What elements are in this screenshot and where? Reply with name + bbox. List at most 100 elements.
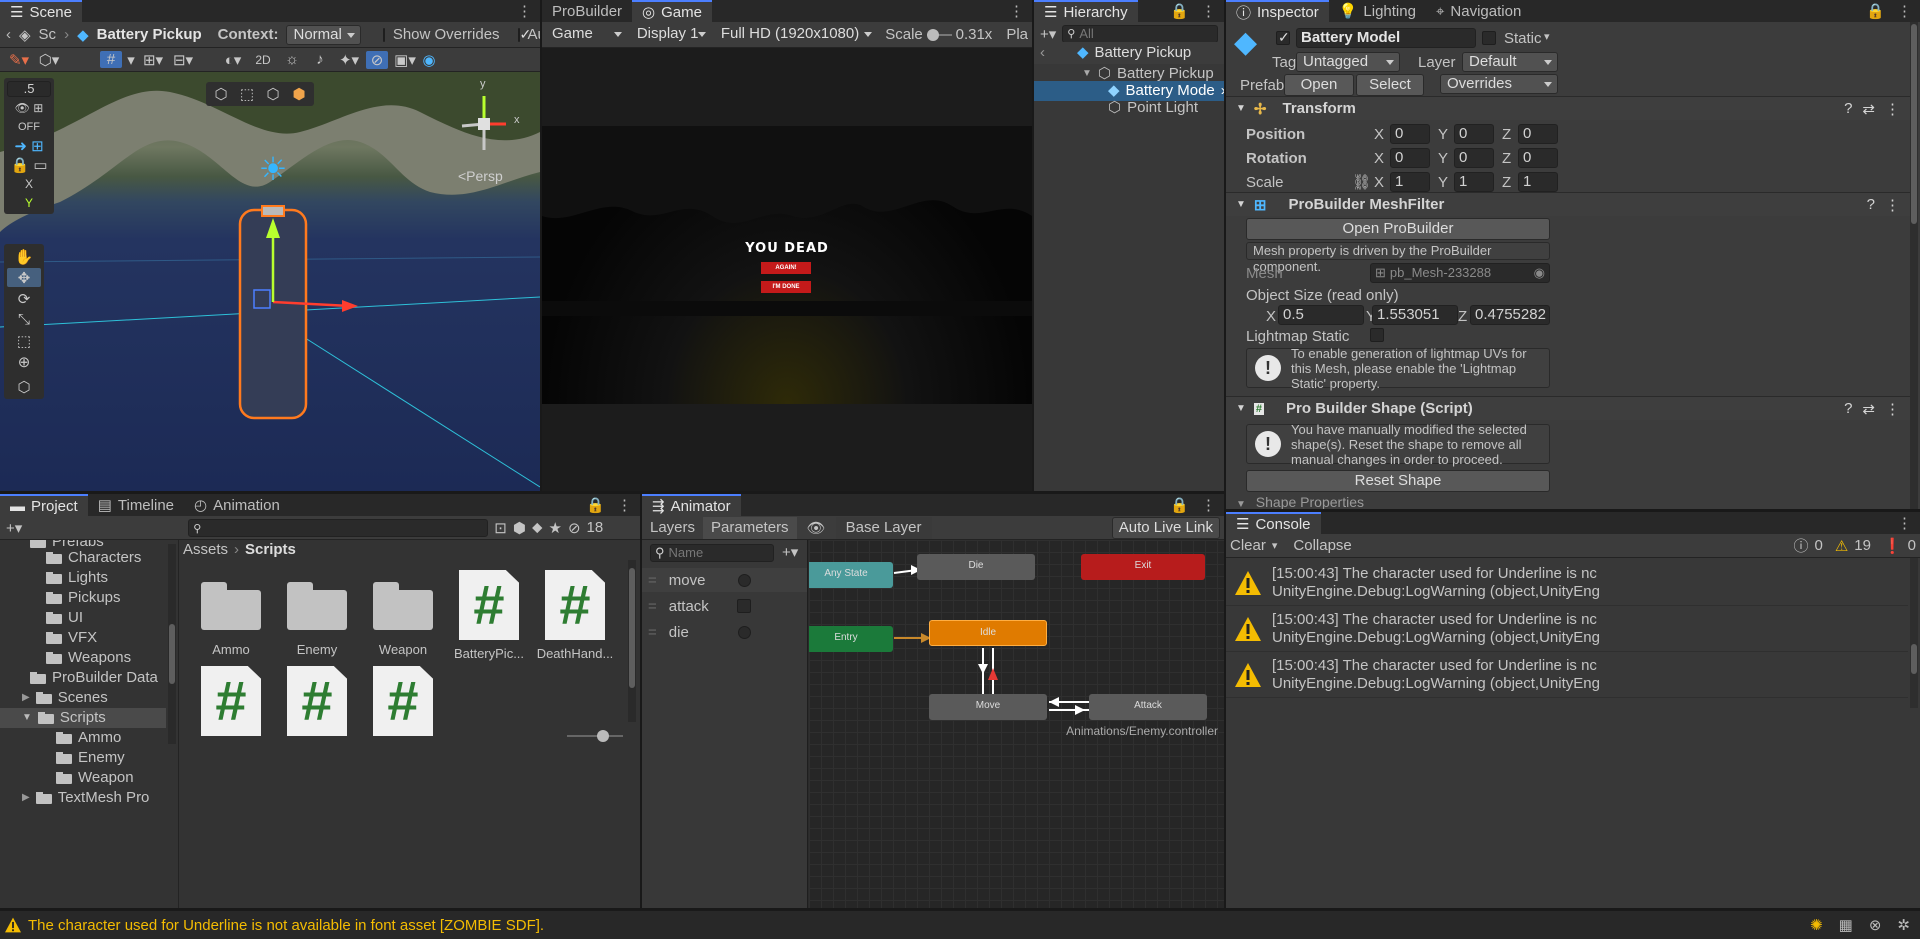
param-row[interactable]: = die — [642, 620, 807, 644]
scale-tool-icon[interactable]: ⤡ — [7, 310, 41, 329]
tree-item[interactable]: Weapon — [56, 768, 134, 788]
snap-value-field[interactable]: .5 — [7, 81, 51, 97]
2d-toggle[interactable]: 2D — [250, 53, 276, 67]
tab-animation[interactable]: ◴ Animation — [184, 494, 290, 516]
prefab-overrides-dropdown[interactable]: Overrides — [1440, 74, 1558, 94]
param-search-field[interactable]: ⚲ Name — [650, 544, 774, 562]
open-probuilder-button[interactable]: Open ProBuilder — [1246, 218, 1550, 240]
foldout-arrow-icon[interactable]: ▼ — [1236, 403, 1246, 414]
tree-item[interactable]: Enemy — [56, 748, 125, 768]
rect-tool-icon[interactable]: ⬚ — [7, 331, 41, 350]
shape-header[interactable]: ▼ # Pro Builder Shape (Script) ? ⇄ ⋮ — [1226, 396, 1910, 420]
project-search-field[interactable]: ⚲ — [188, 518, 489, 537]
animator-menu-icon[interactable]: ⋮ — [1201, 496, 1216, 514]
position-z-field[interactable]: 0 — [1518, 124, 1558, 144]
display-dropdown[interactable]: Display 1 — [631, 25, 711, 45]
game-mode-dropdown[interactable]: Game — [546, 25, 627, 45]
back-icon[interactable]: ‹ — [1040, 43, 1045, 63]
reset-shape-button[interactable]: Reset Shape — [1246, 470, 1550, 492]
back-icon[interactable]: ‹ — [6, 26, 11, 43]
log-row[interactable]: [15:00:43] The character used for Underl… — [1226, 560, 1908, 606]
state-entry[interactable]: Entry — [809, 626, 893, 652]
state-move[interactable]: Move — [929, 694, 1047, 720]
gizmos-icon[interactable]: ◉ — [422, 51, 436, 69]
foldout-arrow-icon[interactable]: ▼ — [1236, 103, 1246, 114]
point-light-icon[interactable]: ☀ — [256, 152, 290, 186]
pivot-icon[interactable]: ⬡▾ — [36, 51, 62, 69]
tab-game[interactable]: ◎ Game — [632, 0, 712, 22]
again-button[interactable]: AGAIN! — [761, 262, 811, 274]
component-menu-icon[interactable]: ⋮ — [1885, 196, 1900, 214]
prefab-select-button[interactable]: Select — [1356, 74, 1424, 96]
asset-folder[interactable]: Ammo — [183, 582, 279, 657]
lock-icon[interactable]: 🔒 — [1170, 2, 1189, 20]
drag-handle-icon[interactable]: = — [648, 572, 657, 589]
breadcrumb-assets[interactable]: Assets — [183, 540, 228, 560]
game-viewport[interactable]: YOU DEAD AGAIN! I'M DONE — [542, 126, 1032, 404]
preset-icon[interactable]: ⇄ — [1862, 400, 1875, 418]
transform-header[interactable]: ▼ ✢ Transform ? ⇄ ⋮ — [1226, 96, 1910, 120]
rotation-z-field[interactable]: 0 — [1518, 148, 1558, 168]
rotation-y-field[interactable]: 0 — [1454, 148, 1494, 168]
grid-icon[interactable]: ⊟▾ — [170, 51, 196, 69]
breadcrumb-object[interactable]: Battery Pickup — [97, 26, 202, 43]
link-icon[interactable]: ⛓ — [1352, 173, 1371, 191]
hierarchy-menu-icon[interactable]: ⋮ — [1201, 2, 1216, 20]
prefab-open-button[interactable]: Open — [1284, 74, 1354, 96]
asset-script[interactable]: # BatteryPic... — [441, 570, 537, 661]
search-by-label-icon[interactable]: ⬥ — [532, 519, 543, 536]
log-row[interactable]: [15:00:43] The character used for Underl… — [1226, 606, 1908, 652]
scene-viewport[interactable]: ☀ ⬡ ⬚ ⬡ ⬢ y x <Persp .5 👁 ⊞ OFF ➜ ⊞ 🔒 ▭ … — [0, 72, 540, 491]
light-toggle-icon[interactable]: ☼ — [280, 51, 304, 68]
auto-save-checkbox[interactable] — [517, 26, 531, 43]
help-icon[interactable]: ? — [1867, 196, 1875, 214]
arrow-right-icon[interactable]: ➜ ⊞ — [7, 138, 51, 155]
add-param-icon[interactable]: +▾ — [782, 543, 798, 561]
scale-z-field[interactable]: 1 — [1518, 172, 1558, 192]
inspector-menu-icon[interactable]: ⋮ — [1897, 2, 1912, 20]
transform-tool-icon[interactable]: ⊕ — [7, 352, 41, 371]
move-tool-icon[interactable]: ✥ — [7, 268, 41, 287]
state-attack[interactable]: Attack — [1089, 694, 1207, 720]
tab-inspector[interactable]: ⓘ Inspector — [1226, 0, 1329, 22]
favorite-icon[interactable]: ★ — [549, 519, 562, 537]
tag-dropdown[interactable]: Untagged — [1296, 52, 1400, 72]
trigger-radio[interactable] — [738, 573, 751, 587]
size-y-field[interactable]: 1.553051 — [1372, 305, 1458, 325]
asset-folder[interactable]: Enemy — [269, 582, 365, 657]
lock-icon[interactable]: 🔒 — [1170, 496, 1189, 514]
axis-x-toggle[interactable]: X — [7, 176, 51, 192]
play-options-label[interactable]: Pla — [1006, 26, 1028, 43]
resolution-dropdown[interactable]: Full HD (1920x1080) — [715, 25, 877, 45]
console-menu-icon[interactable]: ⋮ — [1897, 514, 1912, 532]
cache-server-icon[interactable]: ▦ — [1839, 916, 1853, 934]
eye-icon[interactable]: 👁 — [797, 519, 836, 537]
state-idle[interactable]: Idle — [929, 620, 1047, 646]
scale-y-field[interactable]: 1 — [1454, 172, 1494, 192]
hierarchy-item[interactable]: ⬡ Point Light — [1108, 98, 1198, 118]
state-any-state[interactable]: Any State — [809, 562, 893, 588]
trigger-radio[interactable] — [738, 625, 751, 639]
hierarchy-root-row[interactable]: ‹ ◆ Battery Pickup — [1034, 42, 1224, 64]
audio-toggle-icon[interactable]: ♪ — [308, 51, 332, 68]
clear-options-icon[interactable]: ▾ — [1272, 539, 1278, 552]
position-x-field[interactable]: 0 — [1390, 124, 1430, 144]
tree-item[interactable]: Lights — [46, 568, 108, 588]
tree-item[interactable]: Ammo — [56, 728, 121, 748]
axis-y-toggle[interactable]: Y — [7, 195, 51, 211]
tab-parameters[interactable]: Parameters — [703, 516, 797, 539]
shading-icon[interactable]: ◐▾ — [220, 51, 246, 69]
tab-lighting[interactable]: 💡 Lighting — [1329, 0, 1426, 22]
size-x-field[interactable]: 0.5 — [1278, 305, 1364, 325]
scale-slider[interactable] — [926, 28, 952, 42]
edge-mode-icon[interactable]: ⬡ — [262, 84, 284, 104]
visibility-icon[interactable]: 👁 ⊞ — [7, 100, 51, 116]
asset-script[interactable]: # — [183, 666, 279, 742]
asset-script[interactable]: # DeathHand... — [527, 570, 623, 661]
shape-properties-foldout[interactable]: ▼ Shape Properties — [1236, 494, 1364, 509]
tree-item[interactable]: Characters — [46, 548, 141, 568]
component-menu-icon[interactable]: ⋮ — [1885, 400, 1900, 418]
context-dropdown[interactable]: Normal — [286, 24, 361, 45]
help-icon[interactable]: ? — [1844, 100, 1852, 118]
console-scrollbar[interactable] — [1910, 558, 1918, 708]
